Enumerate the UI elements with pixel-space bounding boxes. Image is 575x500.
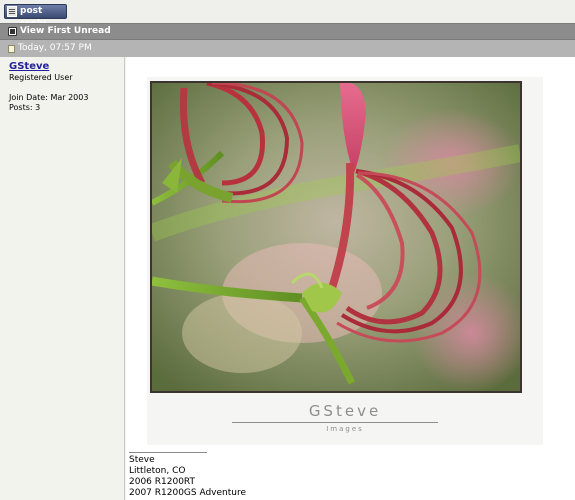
view-first-unread-link[interactable]: View First Unread [20,26,111,36]
signature-line: 2006 R1200RT [129,477,196,487]
post-author-sidebar: GSteve Registered User Join Date: Mar 20… [0,57,125,500]
post-icon [8,45,15,53]
author-title: Registered User [9,73,73,82]
flower-photo [150,81,522,393]
signature-line: Littleton, CO [129,466,186,476]
watermark-subtitle: Images [326,425,364,433]
author-info: Join Date: Mar 2003 Posts: 3 [9,93,115,113]
post-content: GSteve Images Steve Littleton, CO 2006 R… [126,57,575,500]
author-post-count: Posts: 3 [9,103,41,112]
flower-photo-art [152,83,520,391]
watermark-title: GSteve [308,402,382,420]
thread-nav-bar: View First Unread [0,23,575,40]
post-reply-button[interactable]: post reply [4,4,67,29]
signature-line: 2007 R1200GS Adventure [129,488,247,498]
author-username-link[interactable]: GSteve [9,61,115,72]
watermark-divider [232,422,438,423]
author-join-date: Join Date: Mar 2003 [9,93,89,102]
post-reply-icon [7,6,17,17]
signature-line: Steve [129,455,155,465]
signature-divider [129,452,207,453]
posted-image: GSteve Images [147,77,543,445]
top-toolbar: post reply [0,0,575,29]
first-unread-icon[interactable] [8,27,17,36]
signature: Steve Littleton, CO 2006 R1200RT 2007 R1… [129,455,246,499]
post-datetime: Today, 07:57 PM [18,43,92,53]
post-header-bar: Today, 07:57 PM [0,40,575,57]
